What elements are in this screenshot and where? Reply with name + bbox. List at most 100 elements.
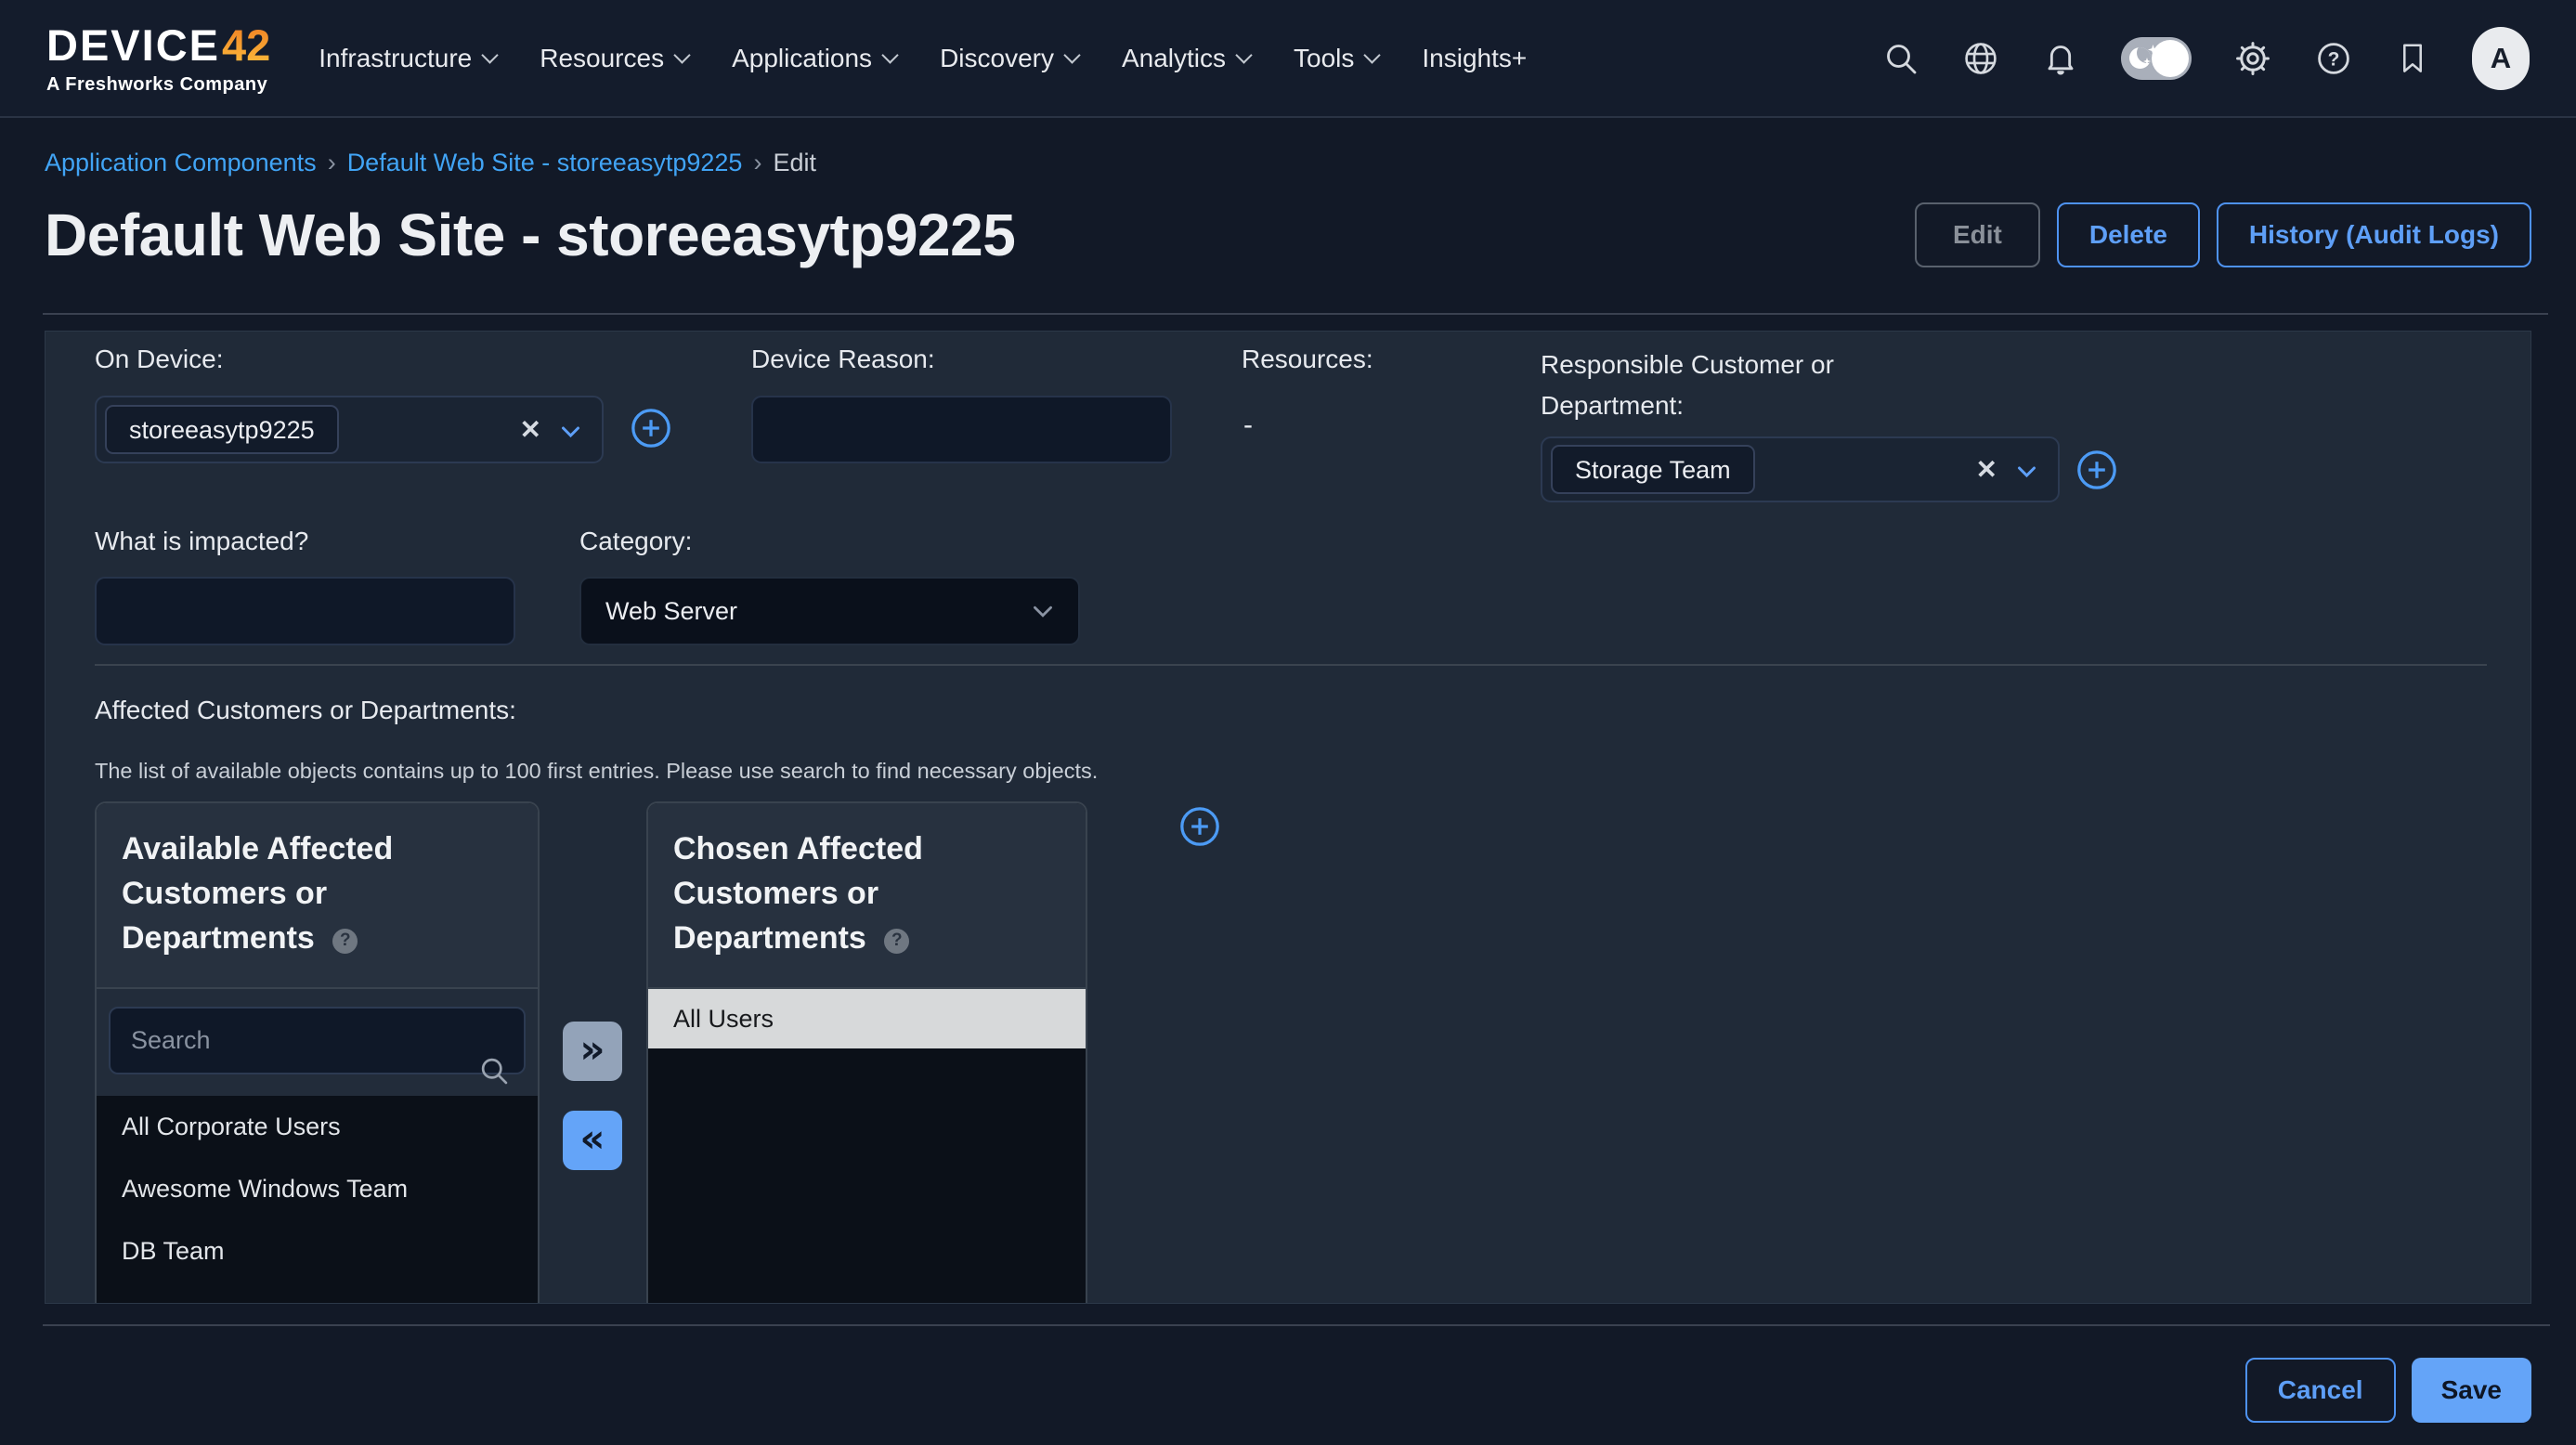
search-icon[interactable] (1882, 40, 1919, 77)
category-select[interactable]: Web Server (579, 577, 1080, 645)
theme-toggle[interactable] (2121, 37, 2192, 80)
breadcrumb-current-edit: Edit (773, 149, 816, 177)
topbar-icon-bar: ? A (1882, 27, 2530, 90)
device-reason-input[interactable] (751, 396, 1172, 463)
user-avatar[interactable]: A (2472, 27, 2530, 90)
responsible-selected-chip: Storage Team (1551, 445, 1755, 494)
main-nav: Infrastructure Resources Applications Di… (319, 44, 1527, 73)
responsible-customer-label: Responsible Customer or Department: (1541, 345, 1893, 426)
history-audit-logs-button[interactable]: History (Audit Logs) (2217, 202, 2531, 267)
toggle-knob (2152, 40, 2189, 77)
save-button[interactable]: Save (2412, 1358, 2531, 1423)
clear-icon[interactable]: ✕ (520, 414, 541, 445)
resources-label: Resources: (1242, 345, 1373, 374)
add-device-button[interactable] (630, 407, 672, 449)
notifications-bell-icon[interactable] (2042, 40, 2079, 77)
nav-item-resources[interactable]: Resources (540, 44, 688, 73)
chevron-down-icon (881, 46, 898, 63)
device-reason-label: Device Reason: (751, 345, 935, 374)
avatar-initial: A (2491, 42, 2511, 75)
available-search-band (97, 989, 538, 1096)
nav-item-applications[interactable]: Applications (732, 44, 896, 73)
topbar: DEVICE 42 A Freshworks Company Infrastru… (0, 0, 2576, 118)
footer-actions: Cancel Save (45, 1358, 2531, 1423)
chevron-down-icon (560, 425, 581, 438)
available-list: All Corporate Users Awesome Windows Team… (97, 1096, 538, 1282)
device42-logo[interactable]: DEVICE 42 A Freshworks Company (46, 23, 270, 94)
delete-button[interactable]: Delete (2057, 202, 2200, 267)
what-is-impacted-input[interactable] (95, 577, 515, 645)
settings-gear-icon[interactable] (2233, 39, 2272, 78)
breadcrumb-link-default-web-site[interactable]: Default Web Site - storeeasytp9225 (347, 149, 743, 177)
add-responsible-customer-button[interactable] (2075, 449, 2118, 491)
chevron-down-icon (1063, 46, 1080, 63)
page-title: Default Web Site - storeeasytp9225 (45, 201, 1015, 269)
nav-item-label: Discovery (940, 44, 1054, 73)
list-item[interactable]: Awesome Windows Team (97, 1158, 538, 1220)
page-actions: Edit Delete History (Audit Logs) (1915, 202, 2531, 267)
svg-text:?: ? (2328, 48, 2340, 70)
on-device-label: On Device: (95, 345, 224, 374)
chosen-box-header: Chosen Affected Customers or Departments… (648, 803, 1086, 989)
help-icon[interactable]: ? (2314, 39, 2353, 78)
on-device-select[interactable]: storeeasytp9225 ✕ (95, 396, 604, 463)
chosen-affected-box: Chosen Affected Customers or Departments… (646, 801, 1087, 1304)
sparkle-icon (2143, 58, 2151, 65)
list-item[interactable]: DB Team (97, 1220, 538, 1282)
breadcrumb: Application Components › Default Web Sit… (45, 149, 2531, 177)
app-root: DEVICE 42 A Freshworks Company Infrastru… (0, 0, 2576, 1423)
edit-form-panel: On Device: storeeasytp9225 ✕ Device Reas… (45, 331, 2531, 1304)
globe-icon[interactable] (1961, 39, 2000, 78)
title-divider (43, 313, 2548, 315)
chevron-down-icon (1235, 46, 1252, 63)
move-to-chosen-button[interactable]: » (563, 1022, 622, 1081)
chevron-down-icon (2016, 465, 2037, 478)
chevron-down-icon (673, 46, 690, 63)
chosen-list: All Users (648, 989, 1086, 1048)
move-to-available-button[interactable]: « (563, 1111, 622, 1170)
add-affected-customer-button[interactable] (1178, 805, 1221, 848)
clear-icon[interactable]: ✕ (1976, 454, 1997, 485)
available-box-header: Available Affected Customers or Departme… (97, 803, 538, 989)
available-search-input[interactable] (109, 1007, 526, 1074)
list-item[interactable]: All Corporate Users (97, 1096, 538, 1158)
logo-tagline: A Freshworks Company (46, 75, 270, 94)
available-affected-box: Available Affected Customers or Departme… (95, 801, 540, 1304)
breadcrumb-separator: › (753, 149, 761, 177)
nav-item-analytics[interactable]: Analytics (1122, 44, 1250, 73)
affected-note-text: The list of available objects contains u… (95, 759, 1098, 784)
category-label: Category: (579, 527, 692, 556)
list-item-selected[interactable]: All Users (648, 989, 1086, 1048)
nav-item-label: Resources (540, 44, 664, 73)
edit-button[interactable]: Edit (1915, 202, 2040, 267)
footer-divider (43, 1324, 2550, 1326)
logo-text: DEVICE (46, 23, 220, 67)
section-divider (95, 664, 2487, 666)
on-device-selected-chip: storeeasytp9225 (105, 405, 339, 454)
bookmark-icon[interactable] (2395, 40, 2430, 77)
category-selected-value: Web Server (605, 597, 737, 626)
breadcrumb-separator: › (328, 149, 336, 177)
help-question-icon[interactable]: ? (332, 929, 358, 954)
logo-number: 42 (222, 23, 270, 67)
affected-section-label: Affected Customers or Departments: (95, 696, 516, 725)
what-is-impacted-label: What is impacted? (95, 527, 308, 556)
logo-line: DEVICE 42 (46, 23, 270, 67)
responsible-customer-select[interactable]: Storage Team ✕ (1541, 436, 2060, 502)
help-question-icon[interactable]: ? (884, 929, 909, 954)
title-row: Default Web Site - storeeasytp9225 Edit … (45, 185, 2531, 285)
nav-item-label: Analytics (1122, 44, 1226, 73)
cancel-button[interactable]: Cancel (2245, 1358, 2396, 1423)
nav-item-label: Infrastructure (319, 44, 472, 73)
nav-item-label: Tools (1294, 44, 1354, 73)
nav-item-insights-plus[interactable]: Insights+ (1422, 44, 1527, 73)
resources-value: - (1243, 410, 1253, 441)
nav-item-infrastructure[interactable]: Infrastructure (319, 44, 496, 73)
nav-item-tools[interactable]: Tools (1294, 44, 1378, 73)
chevron-down-icon (1364, 46, 1381, 63)
breadcrumb-link-application-components[interactable]: Application Components (45, 149, 317, 177)
chevron-down-icon (482, 46, 499, 63)
nav-item-label: Insights+ (1422, 44, 1527, 73)
nav-item-label: Applications (732, 44, 872, 73)
nav-item-discovery[interactable]: Discovery (940, 44, 1078, 73)
